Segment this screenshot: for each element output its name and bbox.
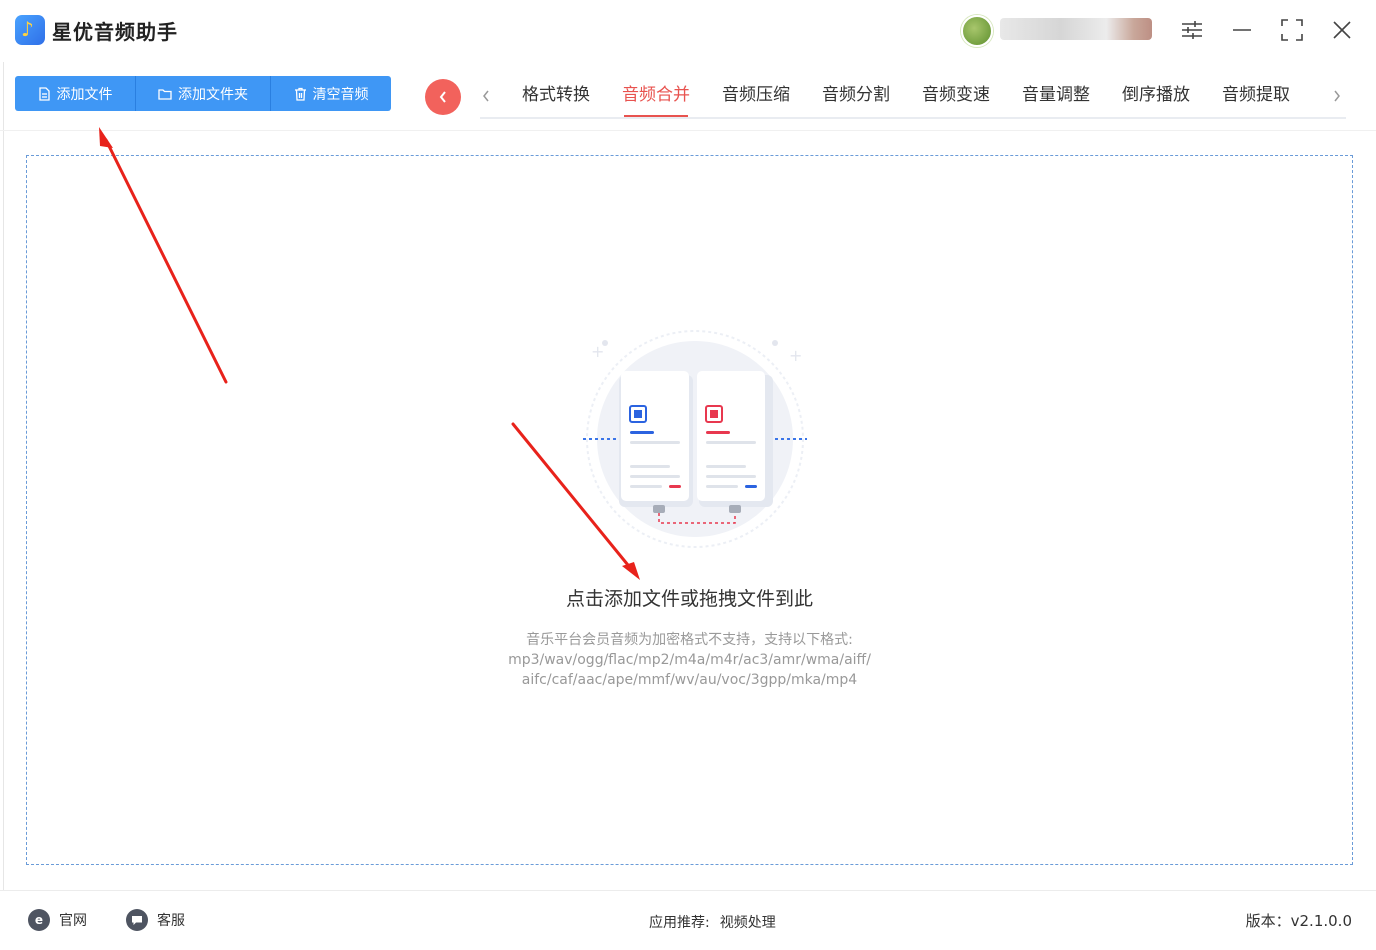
support-label: 客服 xyxy=(157,913,185,929)
svg-text:+: + xyxy=(591,342,604,361)
close-icon[interactable] xyxy=(1328,16,1356,44)
file-icon xyxy=(38,86,50,101)
tab-4[interactable]: 音频分割 xyxy=(806,80,906,118)
tab-5[interactable]: 音频变速 xyxy=(906,80,1006,118)
content-divider xyxy=(0,130,1376,131)
folder-icon xyxy=(158,88,172,100)
tabs-scroll-right-icon[interactable] xyxy=(1332,85,1342,109)
chat-bubble-icon xyxy=(126,909,148,931)
add-file-label: 添加文件 xyxy=(56,86,113,103)
window-left-edge xyxy=(0,62,4,890)
website-label: 官网 xyxy=(59,913,87,929)
clear-audio-button[interactable]: 清空音频 xyxy=(271,76,391,111)
app-logo-icon: ♪ xyxy=(15,15,45,45)
clear-audio-label: 清空音频 xyxy=(312,86,369,103)
tabs-underline xyxy=(480,117,1346,119)
add-folder-button[interactable]: 添加文件夹 xyxy=(136,76,271,111)
username-blurred[interactable] xyxy=(1000,18,1152,40)
add-folder-label: 添加文件夹 xyxy=(178,86,248,103)
minimize-icon[interactable] xyxy=(1228,16,1256,44)
recommend-label: 应用推荐: xyxy=(649,915,710,931)
merge-audio-illustration: + + xyxy=(583,330,807,548)
title-bar: ♪ 星优音频助手 xyxy=(0,0,1376,62)
feature-tabs: 格式转换 音频合并 音频压缩 音频分割 音频变速 音量调整 倒序播放 音频提取 xyxy=(506,80,1306,118)
tabs-scroll-left-icon[interactable] xyxy=(481,85,491,109)
supported-formats-note: 音乐平台会员音频为加密格式不支持，支持以下格式: mp3/wav/ogg/fla… xyxy=(27,630,1352,690)
tab-6[interactable]: 音量调整 xyxy=(1006,80,1106,118)
app-recommendation: 应用推荐: 视频处理 xyxy=(649,912,776,932)
tab-7[interactable]: 倒序播放 xyxy=(1106,80,1206,118)
file-drop-zone[interactable]: + + 点击添加文件或拖拽文件到此 音乐平台会员音频为加密格式不支持，支持以下格… xyxy=(26,155,1353,865)
tab-2[interactable]: 音频合并 xyxy=(606,80,706,118)
tab-1[interactable]: 格式转换 xyxy=(506,80,606,118)
tab-3[interactable]: 音频压缩 xyxy=(706,80,806,118)
supported-formats-line-2: mp3/wav/ogg/flac/mp2/m4a/m4r/ac3/amr/wma… xyxy=(508,652,871,668)
support-link[interactable]: 客服 xyxy=(126,909,185,931)
user-avatar[interactable] xyxy=(961,15,993,47)
file-toolbar: 添加文件 添加文件夹 清空音频 xyxy=(15,76,391,111)
supported-formats-line-3: aifc/caf/aac/ape/mmf/wv/au/voc/3gpp/mka/… xyxy=(521,672,858,688)
svg-text:+: + xyxy=(789,346,802,365)
supported-formats-line-1: 音乐平台会员音频为加密格式不支持，支持以下格式: xyxy=(526,632,853,648)
trash-icon xyxy=(294,87,306,101)
version-text: 版本：v2.1.0.0 xyxy=(1245,912,1352,930)
add-file-button[interactable]: 添加文件 xyxy=(15,76,136,111)
maximize-icon[interactable] xyxy=(1278,16,1306,44)
drop-zone-title: 点击添加文件或拖拽文件到此 xyxy=(565,588,813,610)
browser-e-icon: e xyxy=(28,909,50,931)
settings-sliders-icon[interactable] xyxy=(1178,16,1206,44)
footer-bar: e 官网 客服 应用推荐: 视频处理 版本：v2.1.0.0 xyxy=(0,890,1376,950)
website-link[interactable]: e 官网 xyxy=(28,909,87,931)
tab-8[interactable]: 音频提取 xyxy=(1206,80,1306,118)
video-processing-link[interactable]: 视频处理 xyxy=(720,915,776,931)
back-button[interactable] xyxy=(425,79,461,115)
chevron-left-icon xyxy=(439,91,446,103)
app-title: 星优音频助手 xyxy=(52,20,178,44)
